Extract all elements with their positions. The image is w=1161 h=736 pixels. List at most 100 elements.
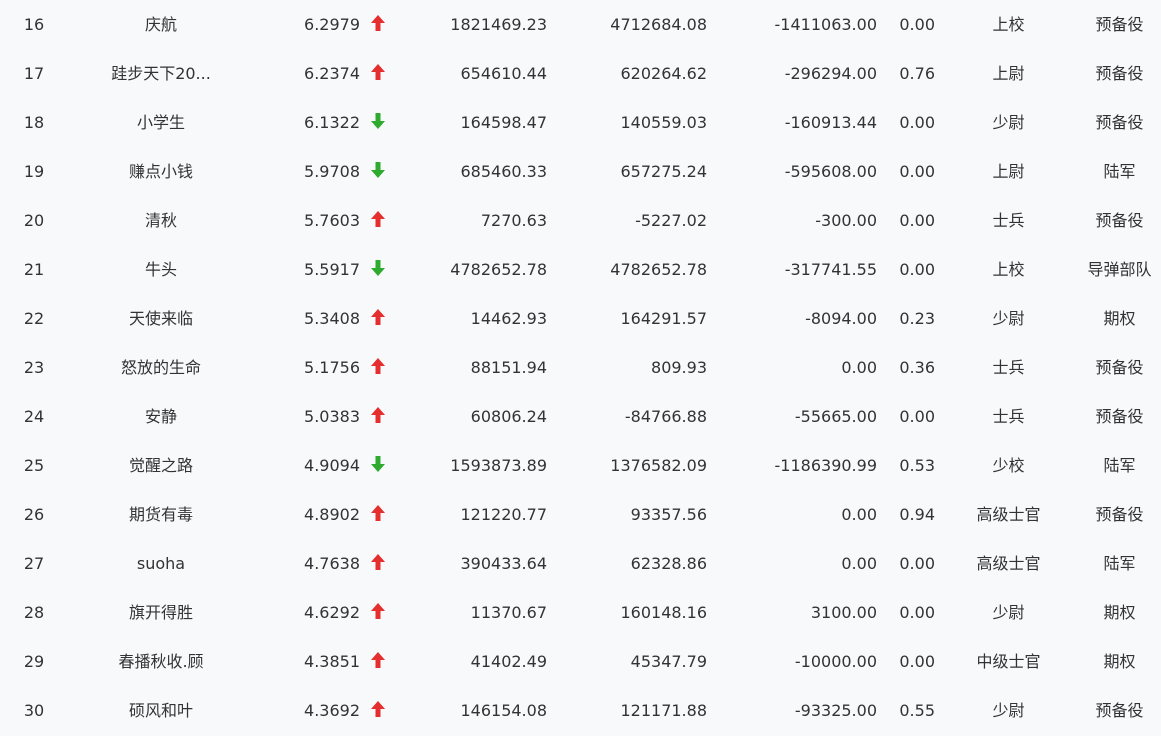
score-cell: 5.7603 bbox=[304, 211, 360, 230]
table-row[interactable]: 29 春播秋收.顾 4.3851 41402.49 45347.79 -10000.00 0… bbox=[0, 637, 1161, 686]
table-row[interactable]: 19 赚点小钱 5.9708 685460.33 657275.24 -595608.00… bbox=[0, 147, 1161, 196]
value-1-cell: 88151.94 bbox=[470, 358, 547, 377]
value-2-cell: 45347.79 bbox=[630, 652, 707, 671]
value-2-cell: 620264.62 bbox=[620, 64, 707, 83]
score-cell: 4.3692 bbox=[304, 701, 360, 720]
arrow-up-icon bbox=[370, 14, 388, 34]
ratio-cell: 0.94 bbox=[899, 505, 935, 524]
ratio-cell: 0.00 bbox=[899, 260, 935, 279]
value-1-cell: 4782652.78 bbox=[450, 260, 547, 279]
ratio-cell: 0.00 bbox=[899, 554, 935, 573]
trader-name-cell: suoha bbox=[136, 554, 186, 573]
military-rank-cell: 上尉 bbox=[992, 162, 1025, 181]
value-3-cell: -8094.00 bbox=[805, 309, 877, 328]
value-2-cell: 4712684.08 bbox=[610, 15, 707, 34]
value-3-cell: -317741.55 bbox=[784, 260, 877, 279]
table-row[interactable]: 23 怒放的生命 5.1756 88151.94 809.93 0.00 0.36 士兵 预备役 bbox=[0, 343, 1161, 392]
rank-cell: 27 bbox=[23, 554, 45, 573]
table-row[interactable]: 26 期货有毒 4.8902 121220.77 93357.56 0.00 0.94 高级士… bbox=[0, 490, 1161, 539]
trader-name-cell: 怒放的生命 bbox=[120, 358, 201, 377]
value-3-cell: 3100.00 bbox=[810, 603, 877, 622]
value-2-cell: 4782652.78 bbox=[610, 260, 707, 279]
score-cell: 5.0383 bbox=[304, 407, 360, 426]
value-3-cell: -93325.00 bbox=[794, 701, 877, 720]
branch-cell: 期权 bbox=[1103, 603, 1136, 622]
military-rank-cell: 中级士官 bbox=[976, 652, 1041, 671]
arrow-up-icon bbox=[370, 63, 388, 83]
value-1-cell: 14462.93 bbox=[470, 309, 547, 328]
table-row[interactable]: 17 跬步天下20... 6.2374 654610.44 620264.62 -2962… bbox=[0, 49, 1161, 98]
value-3-cell: -300.00 bbox=[815, 211, 877, 230]
table-row[interactable]: 16 庆航 6.2979 1821469.23 4712684.08 -1411063.0… bbox=[0, 0, 1161, 49]
rank-cell: 25 bbox=[23, 456, 45, 475]
table-row[interactable]: 25 觉醒之路 4.9094 1593873.89 1376582.09 -1186390… bbox=[0, 441, 1161, 490]
value-2-cell: 121171.88 bbox=[620, 701, 707, 720]
value-3-cell: 0.00 bbox=[841, 554, 877, 573]
branch-cell: 期权 bbox=[1103, 309, 1136, 328]
ratio-cell: 0.00 bbox=[899, 407, 935, 426]
branch-cell: 预备役 bbox=[1095, 505, 1144, 524]
rank-cell: 21 bbox=[23, 260, 45, 279]
branch-cell: 预备役 bbox=[1095, 113, 1144, 132]
trader-name-cell: 觉醒之路 bbox=[128, 456, 193, 475]
value-1-cell: 164598.47 bbox=[460, 113, 547, 132]
trader-name-cell: 牛头 bbox=[144, 260, 177, 279]
military-rank-cell: 高级士官 bbox=[976, 505, 1041, 524]
ratio-cell: 0.00 bbox=[899, 113, 935, 132]
score-cell: 5.9708 bbox=[304, 162, 360, 181]
military-rank-cell: 少尉 bbox=[992, 113, 1025, 132]
ranking-table: 16 庆航 6.2979 1821469.23 4712684.08 -1411063.0… bbox=[0, 0, 1161, 736]
value-1-cell: 11370.67 bbox=[470, 603, 547, 622]
arrow-up-icon bbox=[370, 700, 388, 720]
branch-cell: 陆军 bbox=[1103, 554, 1136, 573]
trader-name-cell: 赚点小钱 bbox=[128, 162, 193, 181]
branch-cell: 预备役 bbox=[1095, 701, 1144, 720]
arrow-up-icon bbox=[370, 357, 388, 377]
score-cell: 4.3851 bbox=[304, 652, 360, 671]
score-cell: 5.3408 bbox=[304, 309, 360, 328]
score-cell: 4.9094 bbox=[304, 456, 360, 475]
arrow-down-icon bbox=[370, 112, 388, 132]
table-row[interactable]: 21 牛头 5.5917 4782652.78 4782652.78 -317741.55… bbox=[0, 245, 1161, 294]
military-rank-cell: 少尉 bbox=[992, 309, 1025, 328]
ratio-cell: 0.36 bbox=[899, 358, 935, 377]
score-cell: 5.1756 bbox=[304, 358, 360, 377]
value-2-cell: 160148.16 bbox=[620, 603, 707, 622]
table-row[interactable]: 20 清秋 5.7603 7270.63 -5227.02 -300.00 0.00 士兵 预备… bbox=[0, 196, 1161, 245]
ratio-cell: 0.00 bbox=[899, 211, 935, 230]
arrow-down-icon bbox=[370, 455, 388, 475]
value-1-cell: 1593873.89 bbox=[450, 456, 547, 475]
military-rank-cell: 上校 bbox=[992, 260, 1025, 279]
score-cell: 4.8902 bbox=[304, 505, 360, 524]
rank-cell: 28 bbox=[23, 603, 45, 622]
value-3-cell: -1186390.99 bbox=[774, 456, 877, 475]
trader-name-cell: 安静 bbox=[144, 407, 177, 426]
branch-cell: 预备役 bbox=[1095, 211, 1144, 230]
value-1-cell: 41402.49 bbox=[470, 652, 547, 671]
table-row[interactable]: 27 suoha 4.7638 390433.64 62328.86 0.00 0.00 高级… bbox=[0, 539, 1161, 588]
value-1-cell: 121220.77 bbox=[460, 505, 547, 524]
arrow-up-icon bbox=[370, 308, 388, 328]
ratio-cell: 0.23 bbox=[899, 309, 935, 328]
value-1-cell: 390433.64 bbox=[460, 554, 547, 573]
score-cell: 5.5917 bbox=[304, 260, 360, 279]
arrow-up-icon bbox=[370, 504, 388, 524]
rank-cell: 18 bbox=[23, 113, 45, 132]
trader-name-cell: 硕风和叶 bbox=[128, 701, 193, 720]
table-row[interactable]: 28 旗开得胜 4.6292 11370.67 160148.16 3100.00 0.00… bbox=[0, 588, 1161, 637]
table-row[interactable]: 30 硕风和叶 4.3692 146154.08 121171.88 -93325.00 0… bbox=[0, 686, 1161, 735]
trader-name-cell: 天使来临 bbox=[128, 309, 193, 328]
arrow-up-icon bbox=[370, 553, 388, 573]
table-row[interactable]: 22 天使来临 5.3408 14462.93 164291.57 -8094.00 0.2… bbox=[0, 294, 1161, 343]
value-2-cell: 657275.24 bbox=[620, 162, 707, 181]
value-1-cell: 654610.44 bbox=[460, 64, 547, 83]
score-cell: 6.2374 bbox=[304, 64, 360, 83]
rank-cell: 22 bbox=[23, 309, 45, 328]
value-2-cell: 1376582.09 bbox=[610, 456, 707, 475]
value-3-cell: -55665.00 bbox=[794, 407, 877, 426]
table-row[interactable]: 24 安静 5.0383 60806.24 -84766.88 -55665.00 0.00… bbox=[0, 392, 1161, 441]
table-row[interactable]: 18 小学生 6.1322 164598.47 140559.03 -160913.44 0… bbox=[0, 98, 1161, 147]
rank-cell: 24 bbox=[23, 407, 45, 426]
rank-cell: 19 bbox=[23, 162, 45, 181]
rank-cell: 20 bbox=[23, 211, 45, 230]
